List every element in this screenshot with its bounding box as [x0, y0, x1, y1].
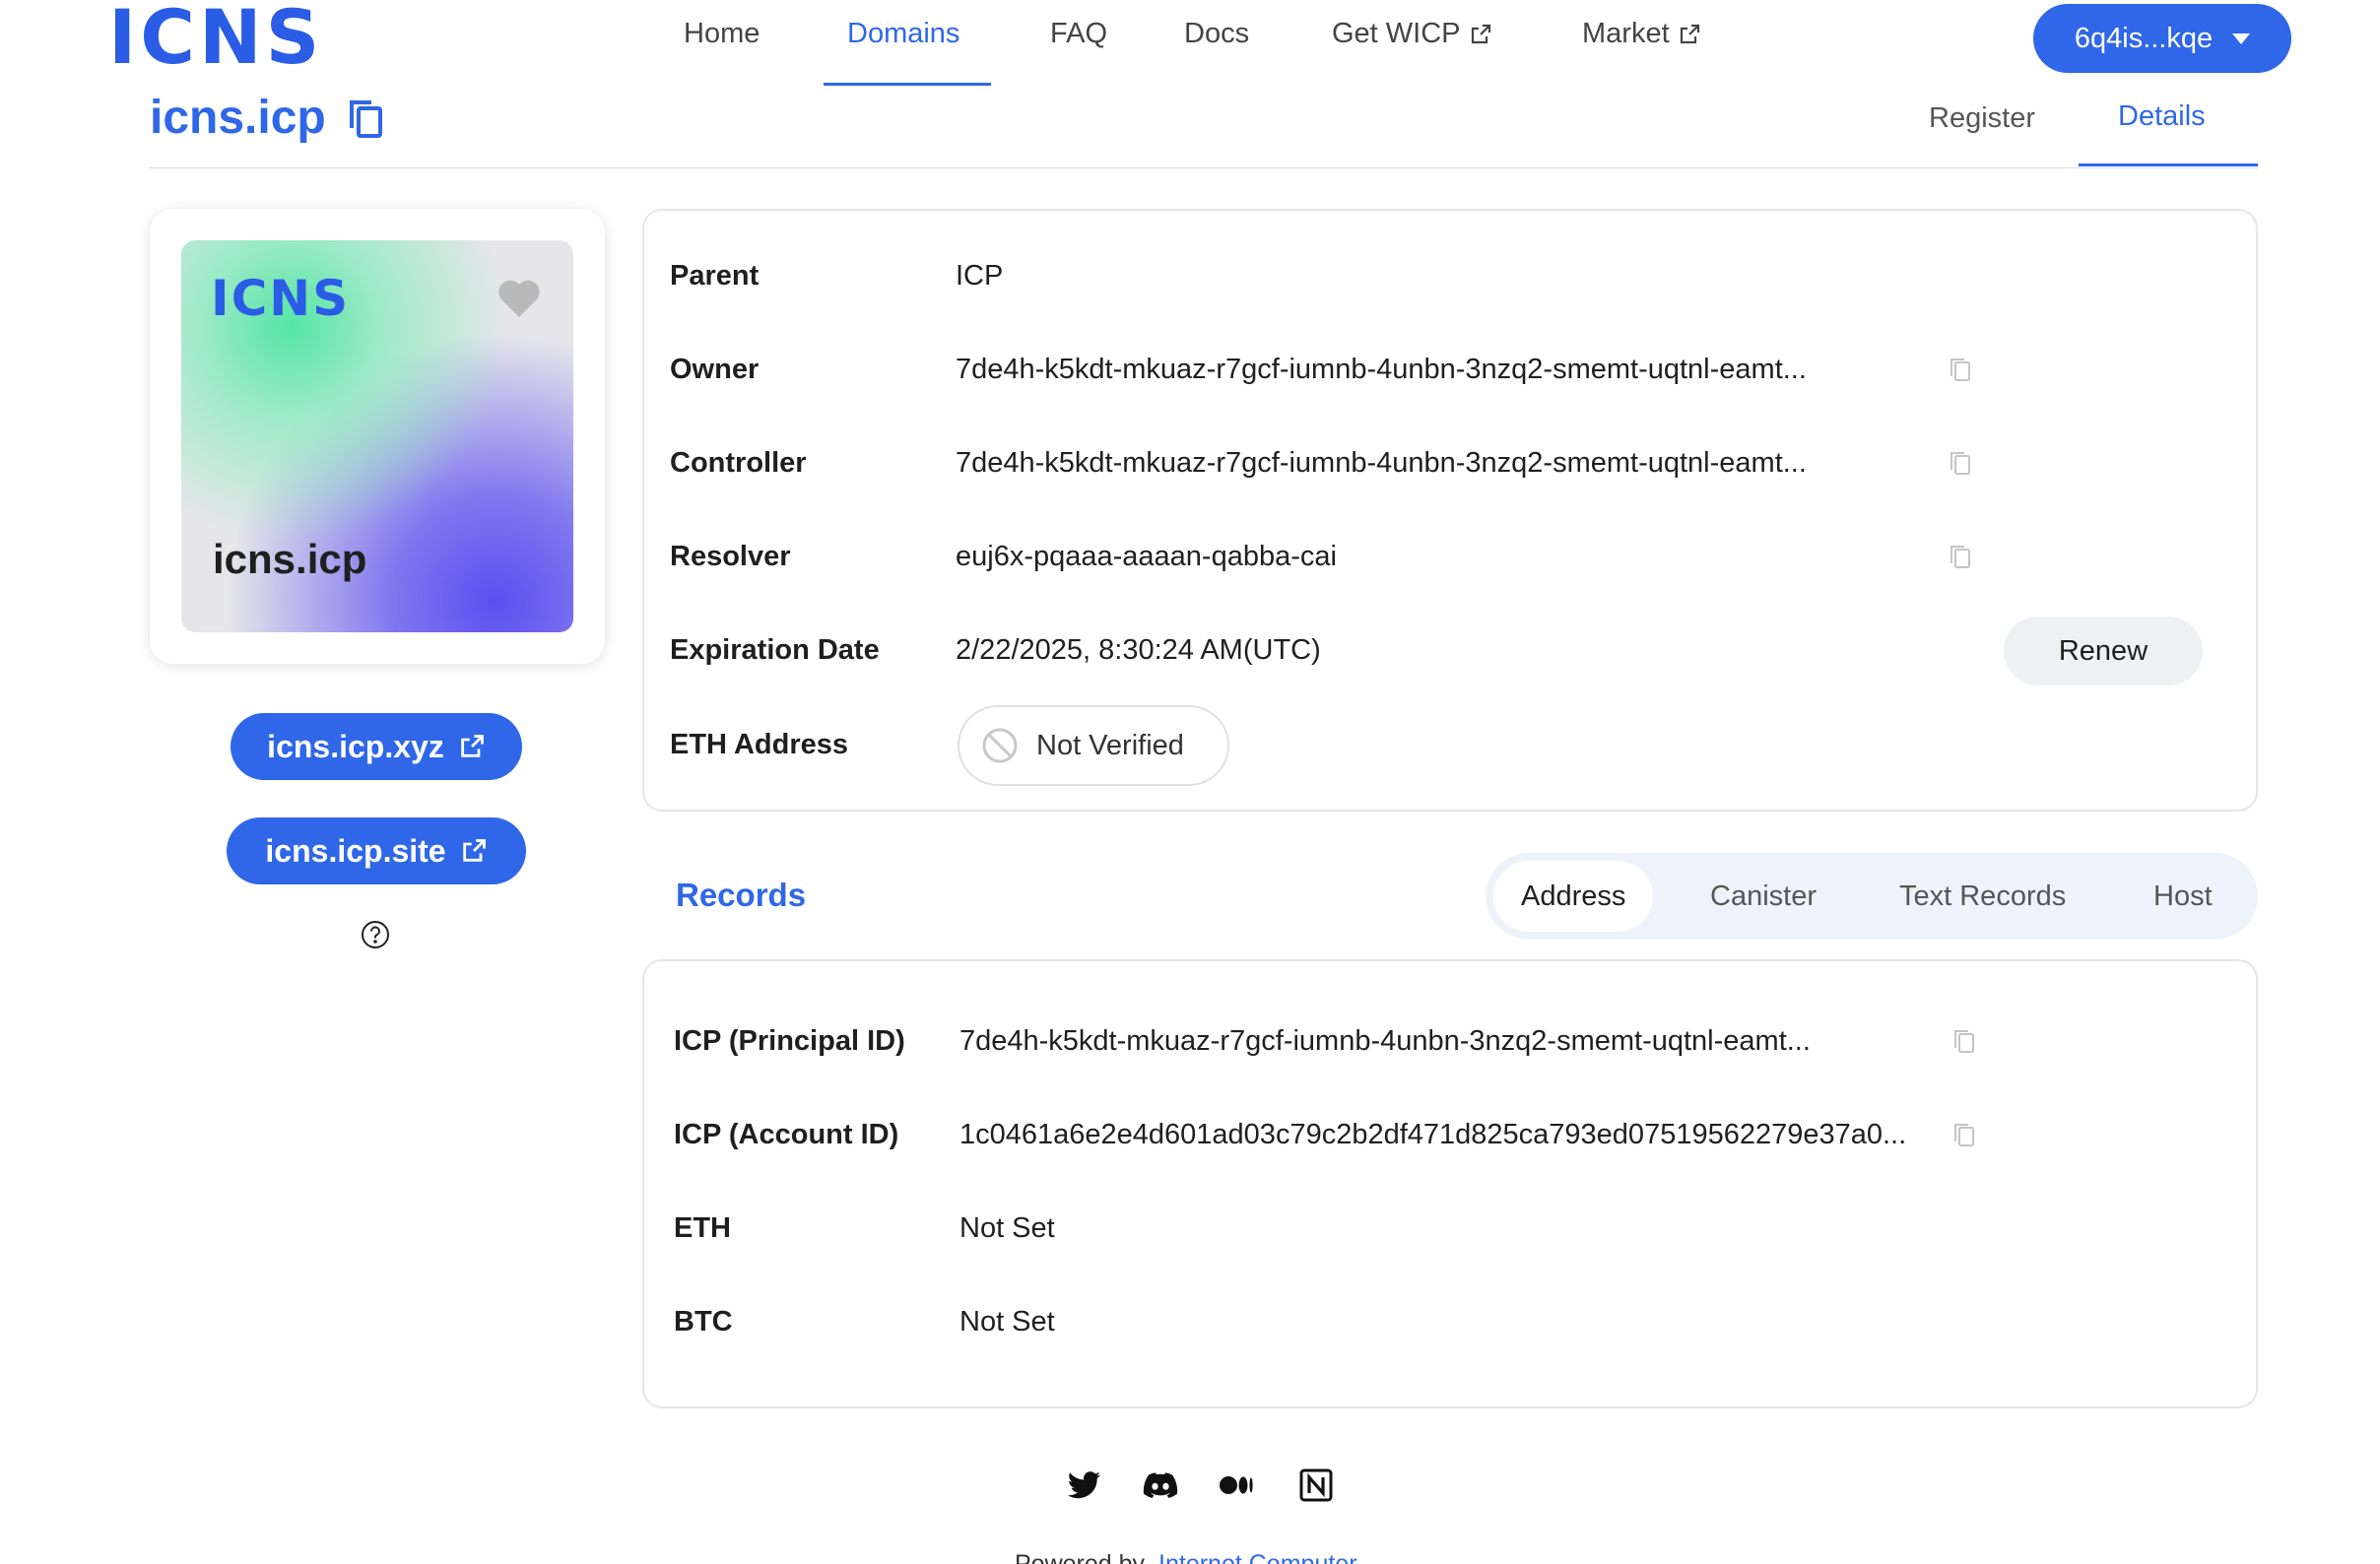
eth-verify-label: Not Verified	[1036, 729, 1184, 761]
detail-label-eth-address: ETH Address	[670, 729, 849, 760]
blocked-icon	[982, 728, 1018, 763]
nav-home-label: Home	[684, 18, 760, 49]
nav-faq[interactable]: FAQ	[1050, 18, 1107, 50]
medium-icon[interactable]	[1218, 1466, 1257, 1505]
link-icns-icp-site[interactable]: icns.icp.site	[227, 817, 526, 884]
records-tab-canister[interactable]: Canister	[1710, 853, 1817, 940]
nft-domain-name: icns.icp	[213, 536, 367, 582]
external-link-icon	[1680, 24, 1699, 43]
nav-market[interactable]: Market	[1582, 18, 1701, 50]
record-value-icp-account: 1c0461a6e2e4d601ad03c79c2b2df471d825ca79…	[959, 1119, 1907, 1150]
external-link-icon	[462, 839, 486, 862]
header-divider	[150, 167, 2258, 168]
renew-button[interactable]: Renew	[2004, 617, 2203, 685]
top-nav: Home Domains FAQ Docs Get WICP Market	[0, 0, 2380, 89]
powered-by-label: Powered by	[1015, 1550, 1146, 1564]
domain-card: ICNS icns.icp	[150, 209, 605, 664]
detail-value-expiration: 2/22/2025, 8:30:24 AM(UTC)	[956, 634, 1321, 666]
detail-label-owner: Owner	[670, 354, 760, 385]
domain-nft-image: ICNS icns.icp	[181, 240, 573, 632]
records-tabs: Address Canister Text Records Host	[1486, 853, 2258, 940]
copy-icon[interactable]	[1949, 544, 1972, 569]
powered-by: Powered by Internet Computer	[1015, 1550, 1357, 1564]
record-label-eth: ETH	[674, 1212, 731, 1244]
details-panel	[642, 209, 2258, 812]
tab-register[interactable]: Register	[1929, 102, 2035, 135]
account-button[interactable]: 6q4is...kqe	[2033, 4, 2291, 73]
records-title: Records	[676, 877, 807, 913]
discord-icon[interactable]	[1141, 1466, 1180, 1505]
detail-label-controller: Controller	[670, 447, 807, 479]
copy-icon[interactable]	[1952, 1028, 1976, 1054]
nav-get-wicp[interactable]: Get WICP	[1332, 18, 1492, 50]
detail-value-resolver: euj6x-pqaaa-aaaan-qabba-cai	[956, 541, 1337, 572]
heart-icon[interactable]	[496, 278, 542, 319]
record-value-btc: Not Set	[959, 1306, 1055, 1337]
link-label: icns.icp.site	[265, 832, 446, 869]
record-label-icp-account: ICP (Account ID)	[674, 1119, 899, 1150]
nft-logo: ICNS	[211, 270, 351, 327]
nav-domains-label: Domains	[847, 18, 960, 49]
records-tab-host[interactable]: Host	[2153, 853, 2213, 940]
record-value-eth: Not Set	[959, 1212, 1055, 1244]
record-label-icp-principal: ICP (Principal ID)	[674, 1025, 905, 1057]
notion-icon[interactable]	[1296, 1466, 1336, 1505]
detail-value-controller: 7de4h-k5kdt-mkuaz-r7gcf-iumnb-4unbn-3nzq…	[956, 447, 1807, 479]
nav-get-wicp-label: Get WICP	[1332, 18, 1461, 49]
records-tab-address[interactable]: Address	[1493, 861, 1654, 932]
nav-docs-label: Docs	[1184, 18, 1250, 49]
domain-name: icns.icp	[150, 92, 326, 144]
twitter-icon[interactable]	[1064, 1466, 1103, 1505]
detail-label-parent: Parent	[670, 260, 760, 292]
domain-title: icns.icp	[150, 91, 383, 145]
copy-icon[interactable]	[348, 98, 383, 138]
nav-market-label: Market	[1582, 18, 1670, 49]
record-label-btc: BTC	[674, 1306, 733, 1337]
tab-details[interactable]: Details	[2118, 100, 2206, 133]
record-value-icp-principal: 7de4h-k5kdt-mkuaz-r7gcf-iumnb-4unbn-3nzq…	[959, 1025, 1811, 1057]
internet-computer-link[interactable]: Internet Computer	[1158, 1550, 1357, 1564]
copy-icon[interactable]	[1952, 1122, 1976, 1147]
account-label: 6q4is...kqe	[2074, 22, 2214, 54]
detail-label-resolver: Resolver	[670, 541, 791, 572]
copy-icon[interactable]	[1949, 357, 1972, 382]
copy-icon[interactable]	[1949, 450, 1972, 476]
external-link-icon	[461, 735, 484, 757]
help-icon[interactable]	[361, 920, 390, 949]
external-link-icon	[1471, 24, 1490, 43]
link-label: icns.icp.xyz	[267, 728, 444, 764]
detail-label-expiration: Expiration Date	[670, 634, 880, 666]
nav-faq-label: FAQ	[1050, 18, 1108, 49]
records-tab-text-records[interactable]: Text Records	[1899, 853, 2066, 940]
link-icns-icp-xyz[interactable]: icns.icp.xyz	[231, 713, 522, 780]
caret-down-icon	[2232, 33, 2251, 44]
eth-verify-badge[interactable]: Not Verified	[958, 705, 1229, 786]
detail-value-owner: 7de4h-k5kdt-mkuaz-r7gcf-iumnb-4unbn-3nzq…	[956, 354, 1807, 385]
nav-active-indicator	[824, 83, 991, 86]
nav-home[interactable]: Home	[684, 18, 760, 50]
nav-docs[interactable]: Docs	[1184, 18, 1249, 50]
tab-active-indicator	[2079, 163, 2258, 166]
detail-value-parent: ICP	[956, 260, 1004, 292]
nav-domains[interactable]: Domains	[847, 18, 959, 50]
